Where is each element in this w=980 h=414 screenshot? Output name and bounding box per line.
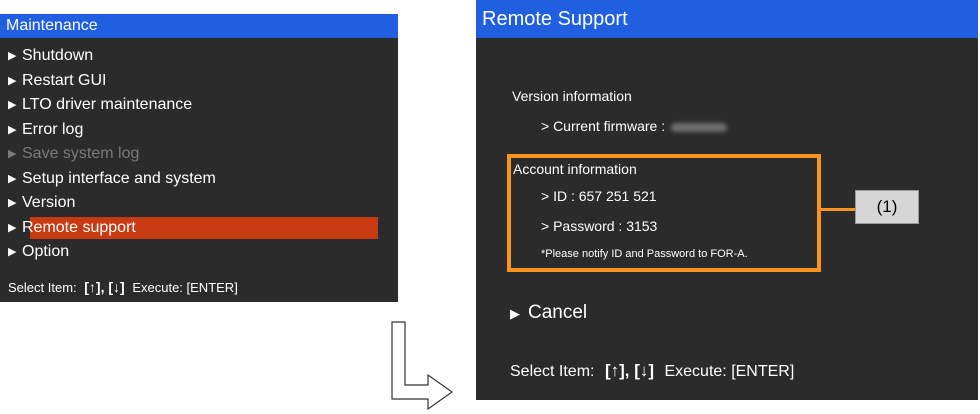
execute-label: Execute: [ENTER] (664, 363, 795, 380)
callout-label: (1) (855, 190, 919, 224)
current-firmware-row: > Current firmware : (541, 118, 728, 134)
version-information-heading: Version information (512, 88, 632, 104)
callout-connector-line (821, 208, 855, 211)
firmware-version-blurred (671, 122, 728, 132)
remote-support-title: Remote Support (476, 0, 978, 38)
account-info-highlight-box (507, 154, 821, 272)
arrow-keys-hint: [↑], [↓] (604, 361, 655, 380)
triangle-right-icon: ▶ (510, 306, 520, 321)
cancel-button[interactable]: ▶ Cancel (510, 302, 587, 324)
remote-support-footer-hint: Select Item: [↑], [↓] Execute: [ENTER] (510, 361, 794, 381)
current-firmware-label: > Current firmware : (541, 118, 666, 134)
cancel-label: Cancel (528, 302, 588, 323)
select-item-label: Select Item: (510, 363, 595, 380)
